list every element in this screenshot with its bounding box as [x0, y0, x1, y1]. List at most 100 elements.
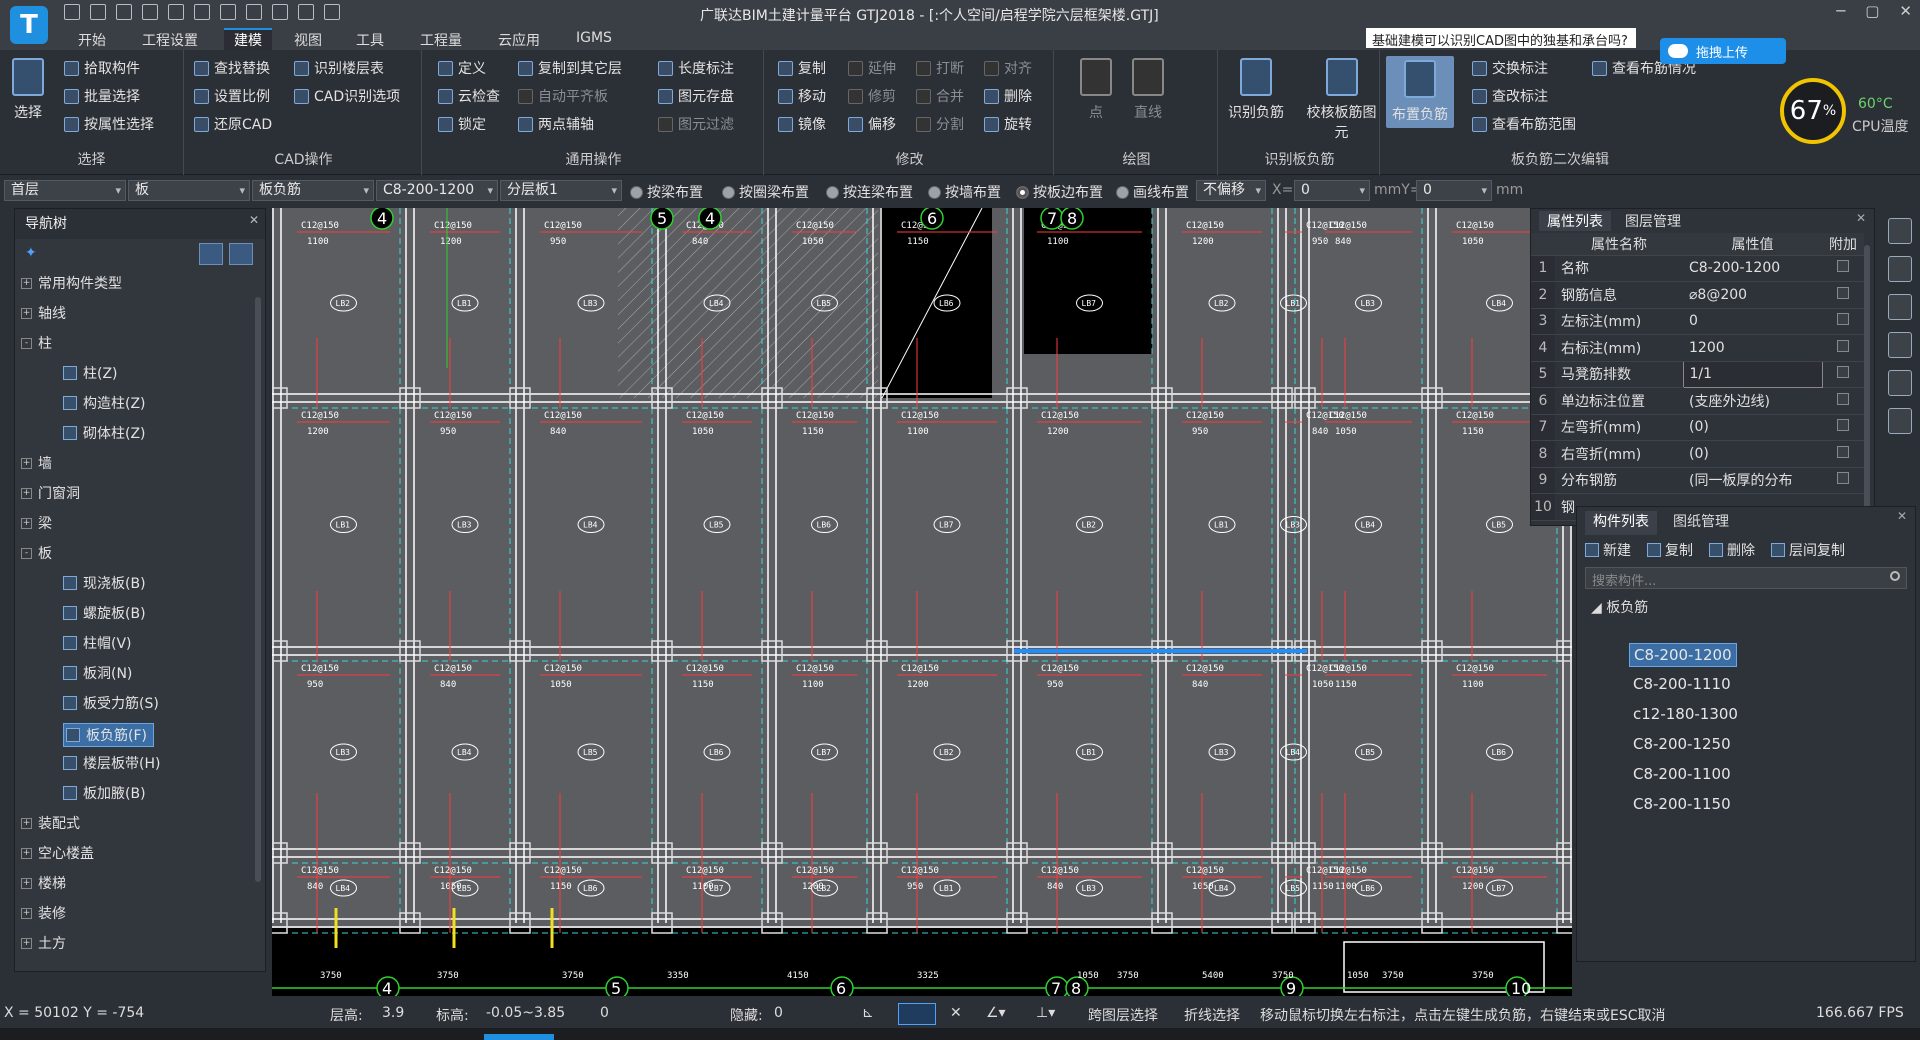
tab-start[interactable]: 开始 — [78, 30, 106, 50]
view-front-icon[interactable] — [1888, 332, 1912, 358]
close-icon[interactable]: ✕ — [1897, 509, 1907, 523]
checkbox[interactable] — [1837, 313, 1849, 326]
mode-by-link-beam[interactable]: 按连梁布置 — [826, 182, 913, 202]
property-row[interactable]: 1 名称 C8-200-1200 — [1531, 255, 1864, 282]
delete-component-button[interactable]: 删除 — [1709, 540, 1755, 560]
expand-icon[interactable]: + — [21, 457, 32, 469]
search-icon[interactable] — [1890, 571, 1900, 581]
cross-icon[interactable]: ✕ — [950, 1005, 962, 1021]
property-value[interactable]: (同一板厚的分布 — [1683, 467, 1822, 494]
property-row[interactable]: 8 右弯折(mm) (0) — [1531, 440, 1864, 468]
nav-item[interactable]: + 常用构件类型 — [15, 273, 122, 293]
drawing-icon[interactable] — [220, 4, 236, 20]
check-rebar-button[interactable]: 校核板筋图元 — [1304, 58, 1379, 142]
maximize-icon[interactable]: ▢ — [1865, 2, 1879, 20]
axis-icon[interactable] — [194, 4, 210, 20]
property-row[interactable]: 9 分布钢筋 (同一板厚的分布 — [1531, 467, 1864, 494]
cad-drawing[interactable]: C12@1501100LB2C12@1501200LB1C12@150950LB… — [272, 208, 1572, 996]
property-row[interactable]: 5 马凳筋排数 1/1 — [1531, 360, 1864, 388]
layer-select[interactable]: 分层板1 — [500, 180, 622, 201]
auto-align-slab-button[interactable]: 自动平齐板 — [518, 86, 608, 106]
layer-icon[interactable] — [246, 4, 262, 20]
component-group[interactable]: ◢ 板负筋 — [1591, 597, 1915, 617]
view-grid-icon[interactable] — [1888, 408, 1912, 434]
tab-tools[interactable]: 工具 — [356, 30, 384, 50]
nav-item[interactable]: 螺旋板(B) — [63, 603, 146, 623]
mode-by-line[interactable]: 画线布置 — [1116, 182, 1189, 202]
view-range-button[interactable]: 查看布筋范围 — [1472, 114, 1576, 134]
settings-icon[interactable] — [324, 4, 340, 20]
checkbox[interactable] — [1837, 445, 1849, 458]
nav-item[interactable]: 柱(Z) — [63, 363, 118, 383]
cloud-check-button[interactable]: 云检查 — [438, 86, 500, 106]
property-value[interactable]: (0) — [1683, 414, 1822, 441]
select-big-button[interactable]: 选择 — [12, 58, 44, 122]
copy-to-layer-button[interactable]: 复制到其它层 — [518, 58, 622, 78]
floor-select[interactable]: 首层 — [4, 180, 126, 201]
tab-quantities[interactable]: 工程量 — [420, 30, 462, 50]
nav-item[interactable]: + 装配式 — [15, 813, 80, 833]
collapse-icon[interactable]: - — [21, 337, 32, 349]
nav-item[interactable]: -柱 — [15, 333, 52, 353]
offset-select[interactable]: 不偏移 — [1196, 180, 1266, 201]
nav-item[interactable]: -板 — [15, 543, 52, 563]
merge-button[interactable]: 合并 — [916, 86, 964, 106]
polyline-select[interactable]: 折线选择 — [1184, 1005, 1240, 1025]
extend-button[interactable]: 延伸 — [848, 58, 896, 78]
align-button[interactable]: 对齐 — [984, 58, 1032, 78]
component-item[interactable]: C8-200-1150 — [1629, 793, 1735, 815]
nav-item[interactable]: + 楼梯 — [15, 873, 66, 893]
tab-property-list[interactable]: 属性列表 — [1539, 211, 1611, 231]
nav-item[interactable]: + 轴线 — [15, 303, 66, 323]
property-row[interactable]: 6 单边标注位置 (支座外边线) — [1531, 387, 1864, 415]
mode-by-beam[interactable]: 按梁布置 — [630, 182, 703, 202]
redo-icon[interactable] — [168, 4, 184, 20]
split-button[interactable]: 分割 — [916, 114, 964, 134]
grid-icon[interactable] — [298, 4, 314, 20]
lock-button[interactable]: 锁定 — [438, 114, 486, 134]
property-value[interactable]: C8-200-1200 — [1683, 255, 1822, 282]
tab-component-list[interactable]: 构件列表 — [1585, 511, 1657, 535]
property-row[interactable]: 3 左标注(mm) 0 — [1531, 308, 1864, 335]
expand-icon[interactable]: + — [21, 817, 32, 829]
checkbox[interactable] — [1837, 260, 1849, 273]
tile-view-icon[interactable] — [229, 243, 253, 265]
expand-icon[interactable]: + — [21, 307, 32, 319]
copy-component-button[interactable]: 复制 — [1647, 540, 1693, 560]
new-file-icon[interactable] — [64, 4, 80, 20]
expand-icon[interactable]: + — [21, 277, 32, 289]
nav-item[interactable]: 构造柱(Z) — [63, 393, 146, 413]
rotate-view-icon[interactable] — [1888, 370, 1912, 396]
type-select[interactable]: 板负筋 — [252, 180, 374, 201]
nav-item[interactable]: 楼层板带(H) — [63, 753, 160, 773]
app-logo[interactable]: T — [10, 6, 48, 44]
property-row[interactable]: 7 左弯折(mm) (0) — [1531, 414, 1864, 441]
rotate-button[interactable]: 旋转 — [984, 114, 1032, 134]
nav-item[interactable]: 板负筋(F) — [63, 723, 154, 747]
save-icon[interactable] — [116, 4, 132, 20]
dynamic-input-icon[interactable]: ⊥▾ — [1036, 1005, 1055, 1021]
edit-label-button[interactable]: 查改标注 — [1472, 86, 1548, 106]
angle-icon[interactable]: ∠▾ — [986, 1005, 1006, 1021]
property-value[interactable]: (支座外边线) — [1683, 387, 1822, 415]
nav-item[interactable]: + 土方 — [15, 933, 66, 953]
identify-floor-table-button[interactable]: 识别楼层表 — [294, 58, 384, 78]
property-value[interactable]: 1200 — [1683, 334, 1822, 362]
expand-icon[interactable]: + — [21, 847, 32, 859]
ortho-icon[interactable]: ⊾ — [862, 1005, 874, 1021]
nav-item[interactable]: 现浇板(B) — [63, 573, 146, 593]
nav-item[interactable]: + 装修 — [15, 903, 66, 923]
restore-cad-button[interactable]: 还原CAD — [194, 114, 272, 134]
save-element-button[interactable]: 图元存盘 — [658, 86, 734, 106]
mode-by-slab-edge[interactable]: 按板边布置 — [1016, 182, 1103, 202]
component-item[interactable]: C8-200-1110 — [1629, 673, 1735, 695]
drawing-canvas[interactable]: C12@150 1100 LB2 C12@150 1200 LB1 C12@150 950 LB… — [272, 208, 1572, 996]
cad-options-button[interactable]: CAD识别选项 — [294, 86, 400, 106]
tab-drawing-manager[interactable]: 图纸管理 — [1665, 511, 1737, 535]
view-sphere-icon[interactable] — [1888, 218, 1912, 244]
copy-between-floors-button[interactable]: 层间复制 — [1771, 540, 1845, 560]
view-top-icon[interactable] — [1888, 294, 1912, 320]
nav-item[interactable]: 砌体柱(Z) — [63, 423, 146, 443]
close-icon[interactable]: ✕ — [1856, 211, 1866, 225]
snap-select-icon[interactable] — [898, 1003, 936, 1025]
